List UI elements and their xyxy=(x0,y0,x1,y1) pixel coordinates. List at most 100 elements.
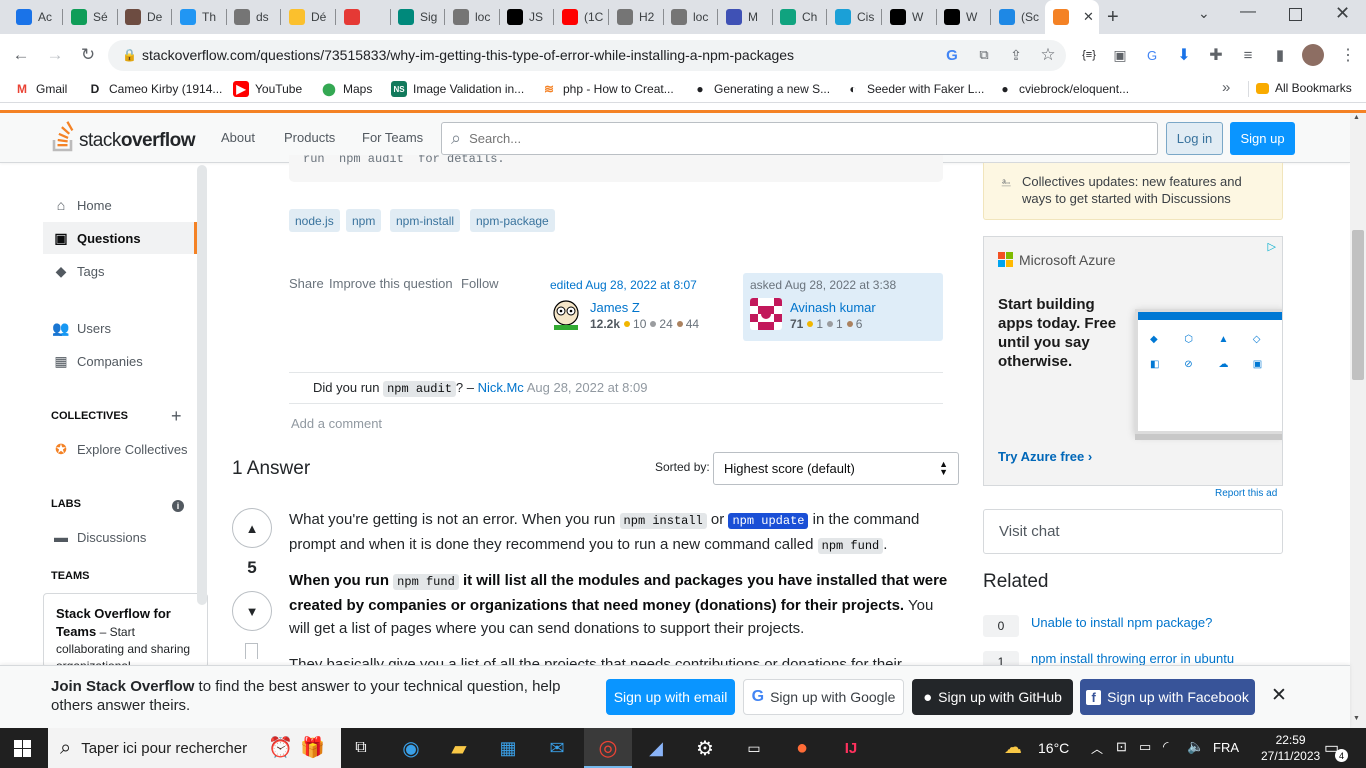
search-input[interactable] xyxy=(469,131,1110,146)
browser-tab[interactable]: ds xyxy=(226,4,281,30)
all-bookmarks[interactable]: All Bookmarks xyxy=(1256,81,1352,95)
comment-date[interactable]: Aug 28, 2022 at 8:09 xyxy=(527,380,648,395)
bookmark-item[interactable]: ▶ YouTube xyxy=(233,81,302,97)
question-tag[interactable]: node.js xyxy=(289,209,340,232)
bookmark-item[interactable]: D Cameo Kirby (1914... xyxy=(87,81,223,97)
related-item[interactable]: 0 Unable to install npm package? xyxy=(983,615,1212,637)
improve-question-link[interactable]: Improve this question xyxy=(329,276,453,291)
tray-chevron-icon[interactable]: ︿ xyxy=(1091,740,1103,757)
browser-tab[interactable]: loc xyxy=(445,4,500,30)
browser-tab[interactable]: Th xyxy=(172,4,227,30)
comment-user[interactable]: Nick.Mc xyxy=(478,380,524,395)
media-control-icon[interactable]: ≡ xyxy=(1236,43,1260,67)
taskbar-search[interactable]: ⌕ Taper ici pour rechercher xyxy=(48,728,341,768)
asker-name[interactable]: Avinash kumar xyxy=(790,300,876,315)
page-scrollbar[interactable] xyxy=(1350,113,1366,728)
report-ad-link[interactable]: Report this ad xyxy=(1215,488,1277,499)
taskbar-clock[interactable]: 22:59 27/11/2023 xyxy=(1261,732,1320,764)
editor-name[interactable]: James Z xyxy=(590,300,640,315)
bookmark-item[interactable]: ⬤ Maps xyxy=(321,81,372,97)
back-icon[interactable]: ← xyxy=(9,43,33,67)
adchoices-icon[interactable]: ▷ xyxy=(1268,240,1276,253)
bookmark-icon[interactable] xyxy=(245,643,258,659)
sidebar-scrollbar[interactable] xyxy=(197,165,207,605)
sort-select[interactable]: Highest score (default) ▲ ▼ xyxy=(713,452,959,485)
browser-tab[interactable]: H2 xyxy=(609,4,664,30)
close-tab-icon[interactable]: ✕ xyxy=(1083,9,1094,25)
sidebar-item-discussions[interactable]: ▬ Discussions xyxy=(43,521,197,553)
postman-icon[interactable]: ● xyxy=(786,732,818,764)
page-scrollbar-thumb[interactable] xyxy=(1352,230,1364,380)
downvote-button[interactable]: ▼ xyxy=(232,591,272,631)
browser-tab[interactable]: W xyxy=(936,4,991,30)
close-window-icon[interactable]: ✕ xyxy=(1335,3,1350,24)
forward-icon[interactable]: → xyxy=(43,43,67,67)
browser-tab[interactable]: De xyxy=(117,4,172,30)
tab-search-icon[interactable]: ⌄ xyxy=(1198,5,1210,22)
mail-icon[interactable]: ✉ xyxy=(541,732,573,764)
share-link[interactable]: Share xyxy=(289,276,324,291)
nav-about[interactable]: About xyxy=(221,130,255,145)
translate-icon[interactable]: ⧉ xyxy=(972,43,996,67)
browser-tab[interactable]: (1C xyxy=(554,4,609,30)
browser-tab[interactable]: M xyxy=(718,4,773,30)
asker-avatar[interactable] xyxy=(750,298,782,330)
new-tab-icon[interactable]: + xyxy=(1107,6,1119,29)
bookmark-item[interactable]: ● cviebrock/eloquent... xyxy=(997,81,1129,97)
maximize-icon[interactable] xyxy=(1289,8,1302,21)
add-collective-icon[interactable]: + xyxy=(171,406,182,427)
wifi-icon[interactable]: ◜ xyxy=(1163,738,1168,755)
nav-for-teams[interactable]: For Teams xyxy=(362,130,423,145)
stackoverflow-logo[interactable]: stack overflow xyxy=(51,120,195,152)
question-tag[interactable]: npm-package xyxy=(470,209,555,232)
browser-tab[interactable] xyxy=(336,4,391,30)
edited-timestamp[interactable]: edited Aug 28, 2022 at 8:07 xyxy=(550,278,697,292)
store-icon[interactable]: ▦ xyxy=(492,732,524,764)
sidebar-item-companies[interactable]: ▦ Companies xyxy=(43,345,197,377)
teams-promo[interactable]: Stack Overflow for Teams – Start collabo… xyxy=(43,593,208,668)
login-button[interactable]: Log in xyxy=(1166,122,1223,155)
nav-products[interactable]: Products xyxy=(284,130,335,145)
add-comment-link[interactable]: Add a comment xyxy=(291,416,382,431)
search-box[interactable]: ⌕ xyxy=(441,122,1158,155)
browser-tab[interactable]: Sé xyxy=(63,4,118,30)
editor-avatar[interactable] xyxy=(550,298,582,330)
question-tag[interactable]: npm-install xyxy=(390,209,461,232)
chrome-icon[interactable]: ◎ xyxy=(592,732,624,764)
language-indicator[interactable]: FRA xyxy=(1213,740,1239,755)
info-icon[interactable]: i xyxy=(172,500,184,512)
edge-icon[interactable]: ◉ xyxy=(395,732,427,764)
signup-google-button[interactable]: G Sign up with Google xyxy=(743,679,904,715)
settings-gear-icon[interactable]: ⚙ xyxy=(689,732,721,764)
menu-kebab-icon[interactable]: ⋮ xyxy=(1336,43,1360,67)
browser-tab[interactable]: Dé xyxy=(281,4,336,30)
side-panel-icon[interactable]: ▮ xyxy=(1268,43,1292,67)
more-bookmarks-icon[interactable]: » xyxy=(1222,79,1230,96)
share-icon[interactable]: ⇪ xyxy=(1004,43,1028,67)
extensions-puzzle-icon[interactable]: ✚ xyxy=(1204,43,1228,67)
terminal-icon[interactable]: ▭ xyxy=(738,732,770,764)
url-text[interactable]: stackoverflow.com/questions/73515833/why… xyxy=(142,47,794,63)
signup-github-button[interactable]: ● Sign up with GitHub xyxy=(912,679,1073,715)
reload-icon[interactable]: ↻ xyxy=(76,43,100,67)
profile-avatar[interactable] xyxy=(1302,44,1324,66)
ad-cta[interactable]: Try Azure free › xyxy=(998,449,1092,464)
browser-tab[interactable]: Ac xyxy=(8,4,63,30)
signup-button[interactable]: Sign up xyxy=(1230,122,1295,155)
browser-tab[interactable]: loc xyxy=(663,4,718,30)
browser-tab[interactable]: ✕ xyxy=(1045,0,1099,34)
windows-start-icon[interactable] xyxy=(14,740,32,758)
scroll-up-arrow-icon[interactable]: ▲ xyxy=(1353,114,1360,121)
battery-icon[interactable]: ▭ xyxy=(1139,739,1151,755)
download-icon[interactable]: ⬇ xyxy=(1172,43,1196,67)
intellij-icon[interactable]: IJ xyxy=(835,732,867,764)
bookmark-star-icon[interactable]: ☆ xyxy=(1036,43,1060,67)
sidebar-item-questions[interactable]: ▣ Questions xyxy=(43,222,197,254)
follow-link[interactable]: Follow xyxy=(461,276,499,291)
question-tag[interactable]: npm xyxy=(346,209,382,232)
task-view-icon[interactable]: ⧉ xyxy=(345,732,377,764)
close-banner-icon[interactable]: ✕ xyxy=(1271,684,1287,707)
browser-tab[interactable]: (Sc xyxy=(991,4,1046,30)
azure-ad[interactable]: Microsoft Azure ▷ Start building apps to… xyxy=(983,236,1283,486)
browser-tab[interactable]: Sig xyxy=(390,4,445,30)
